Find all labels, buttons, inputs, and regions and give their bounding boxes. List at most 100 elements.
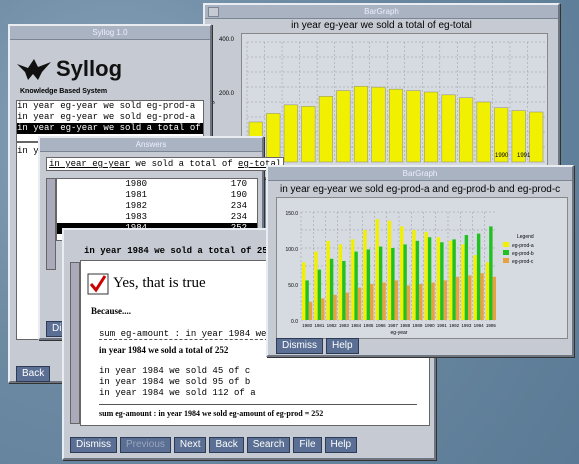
- bar-eg-prod-c: [333, 294, 337, 320]
- app-subtitle: Knowledge Based System: [20, 88, 108, 95]
- legend-swatch: [503, 242, 509, 247]
- table-row[interactable]: 1982 234: [57, 201, 257, 212]
- bar-eg-prod-b: [427, 237, 432, 320]
- file-button[interactable]: File: [293, 437, 322, 453]
- syllog-button-bar: Back: [16, 366, 53, 382]
- back-button[interactable]: Back: [209, 437, 244, 453]
- bar-eg-prod-b: [317, 269, 322, 320]
- y-tick-label: 400.0: [219, 37, 235, 43]
- total-cell: 234: [230, 212, 247, 222]
- bar-eg-prod-c: [443, 280, 447, 320]
- plot-area: [241, 33, 548, 170]
- window-title: Syllog 1.0: [92, 28, 128, 37]
- total-cell: 234: [230, 201, 247, 211]
- x-axis-label: eg-year: [391, 330, 408, 336]
- bar-eg-prod-b: [354, 251, 358, 320]
- because-label: Because....: [91, 306, 131, 316]
- bar-eg-prod-a: [314, 251, 318, 320]
- back-button[interactable]: Back: [16, 366, 51, 382]
- table-row[interactable]: 1983 234: [57, 212, 257, 223]
- answers-header: in year eg-year we sold a total of eg-to…: [46, 157, 285, 171]
- bar-eg-prod-c: [406, 285, 411, 320]
- next-button[interactable]: Next: [173, 437, 207, 453]
- bar-eg-prod-b: [329, 258, 334, 320]
- chart-title: in year eg-year we sold eg-prod-a and eg…: [280, 184, 561, 195]
- bar: [529, 111, 544, 163]
- summary-text: sum eg-amount : in year 1984 we sold eg-…: [99, 409, 324, 418]
- year-cell: 1982: [125, 201, 147, 211]
- legend-label: eg-prod-c: [512, 259, 534, 265]
- bar: [388, 88, 404, 163]
- bar-eg-prod-c: [480, 273, 484, 320]
- bargraph-window-front[interactable]: BarGraph in year eg-year we sold eg-prod…: [266, 165, 574, 357]
- search-button[interactable]: Search: [246, 437, 291, 453]
- bar-eg-prod-c: [455, 276, 460, 320]
- x-tick-label: 1992: [449, 323, 460, 328]
- bar-eg-prod-b: [440, 242, 444, 320]
- help-button[interactable]: Help: [326, 338, 359, 354]
- bargraph-button-bar: Dismiss Help: [276, 338, 362, 354]
- scrollbar[interactable]: [70, 262, 80, 424]
- fact-total: in year 1984 we sold a total of 252: [99, 345, 229, 355]
- window-titlebar[interactable]: BarGraph: [268, 167, 572, 181]
- y-tick-label: 150.0: [285, 211, 298, 217]
- x-tick-label: 1989: [412, 323, 423, 328]
- year-cell: 1983: [125, 212, 147, 222]
- bar: [318, 96, 333, 163]
- bar-eg-prod-b: [342, 260, 346, 320]
- chart-title: in year eg-year we sold a total of eg-to…: [291, 20, 472, 31]
- rule-link[interactable]: sum eg-amount : in year 1984 we so: [99, 329, 283, 340]
- y-tick-label: 100.0: [285, 247, 298, 253]
- x-tick-label: 1991: [437, 323, 448, 328]
- bar-eg-prod-b: [403, 244, 407, 320]
- bar: [406, 90, 421, 163]
- window-menu-button[interactable]: [208, 7, 219, 17]
- table-row[interactable]: 1980 170: [57, 179, 257, 190]
- scrollbar[interactable]: [46, 178, 56, 270]
- bar-eg-prod-a: [375, 219, 379, 320]
- bar: [353, 86, 368, 163]
- bar-eg-prod-b: [415, 240, 420, 320]
- window-titlebar[interactable]: Answers: [40, 138, 262, 152]
- window-titlebar[interactable]: BarGraph: [205, 5, 558, 19]
- bar-eg-prod-c: [370, 284, 374, 320]
- bar-eg-prod-c: [394, 280, 398, 320]
- dismiss-button[interactable]: Dismiss: [276, 338, 323, 354]
- bar-eg-prod-a: [436, 237, 441, 320]
- bar-eg-prod-c: [382, 282, 386, 320]
- window-titlebar[interactable]: Syllog 1.0: [10, 26, 210, 40]
- bar-eg-prod-a: [485, 262, 490, 320]
- previous-button[interactable]: Previous: [120, 437, 171, 453]
- list-item[interactable]: in year eg-year we sold eg-prod-a: [17, 112, 203, 123]
- fact-item: in year 1984 we sold 45 of c: [99, 366, 251, 376]
- bar-eg-prod-a: [412, 230, 416, 320]
- bar-eg-prod-b: [476, 233, 481, 320]
- x-tick-label: 1994: [474, 323, 485, 328]
- list-item-selected[interactable]: in year eg-year we sold a total of: [17, 123, 203, 134]
- plot-area: 150.0 100.0 50.0 0.0 1980 1981 1982 1983 1984 198…: [276, 197, 568, 339]
- bar-eg-prod-b: [305, 280, 309, 320]
- table-row[interactable]: 1981 190: [57, 190, 257, 201]
- x-tick-label: 1981: [314, 323, 325, 328]
- bar-eg-prod-b: [391, 248, 395, 320]
- explanation-header: in year 1984 we sold a total of 252: [84, 246, 274, 256]
- bar-eg-prod-a: [338, 244, 343, 320]
- x-tick-label: 1982: [327, 323, 338, 328]
- x-tick-label: 1985: [363, 323, 374, 328]
- bar-eg-prod-c: [419, 284, 423, 320]
- bar: [301, 106, 316, 163]
- bar-eg-prod-a: [302, 262, 306, 320]
- x-tick-label: 1990: [495, 153, 509, 159]
- y-tick-label: 50.0: [288, 283, 298, 289]
- dismiss-button[interactable]: Dismiss: [70, 437, 117, 453]
- x-tick-label: 1986: [376, 323, 387, 328]
- bar: [283, 104, 298, 163]
- bar: [424, 91, 439, 163]
- y-tick-label: 200.0: [219, 91, 235, 97]
- list-item[interactable]: in year eg-year we sold eg-prod-a: [17, 101, 203, 112]
- total-cell: 170: [230, 179, 247, 189]
- grouped-bar-chart: 150.0100.050.00.01980 1981 1982 1983 1984 198…: [285, 211, 534, 336]
- window-title: BarGraph: [364, 7, 399, 16]
- legend-label: eg-prod-a: [512, 243, 534, 249]
- help-button[interactable]: Help: [324, 437, 358, 453]
